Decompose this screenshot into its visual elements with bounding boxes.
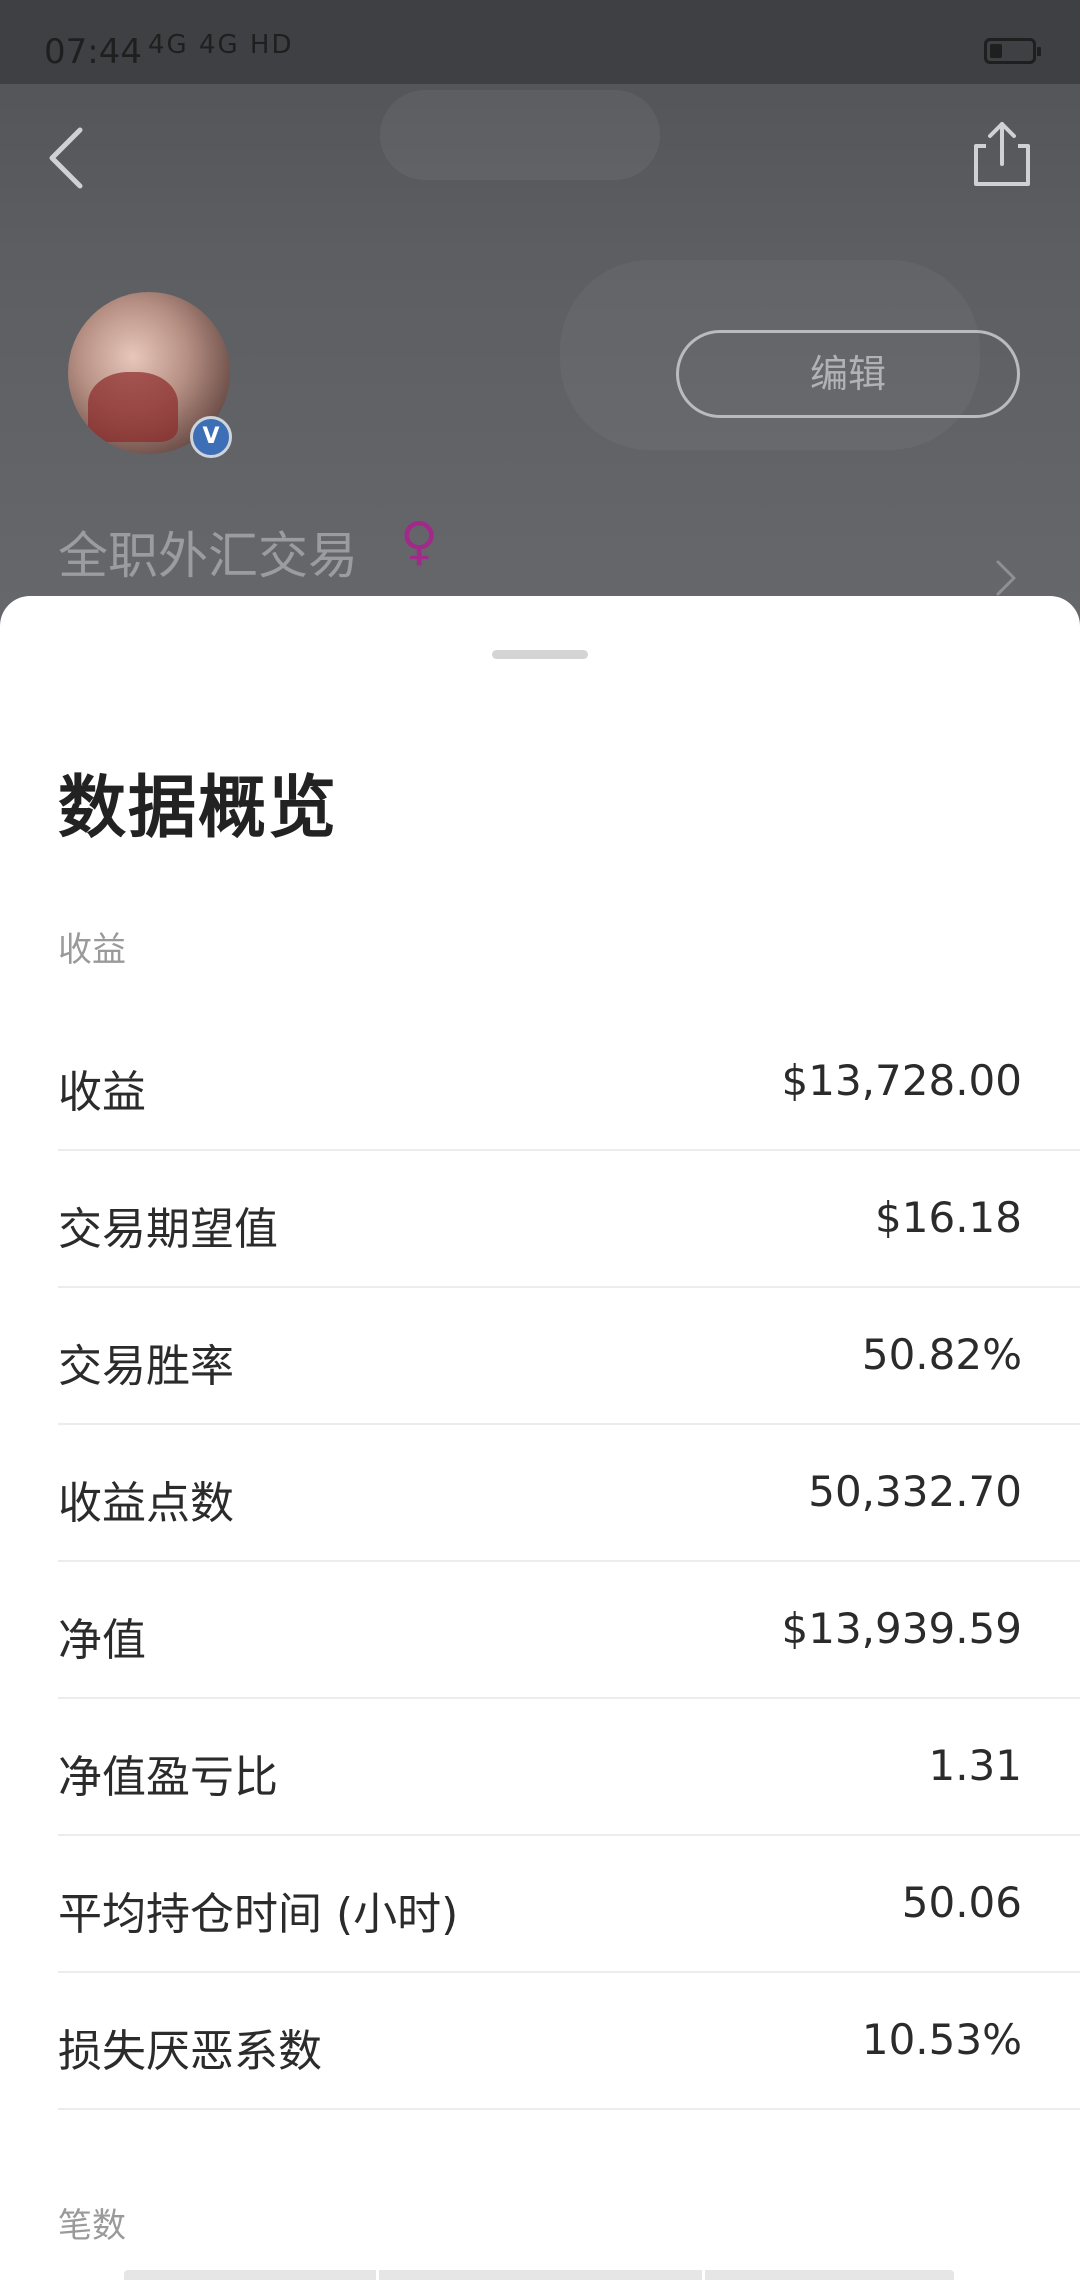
back-arrow-icon	[49, 127, 83, 189]
stat-row-equity: 净值 $13,939.59	[58, 1562, 1080, 1699]
tab-divider	[376, 2270, 379, 2280]
stat-label: 损失厌恶系数	[58, 2026, 322, 2077]
status-time: 07:44	[44, 32, 142, 72]
chevron-right-icon	[990, 556, 1020, 600]
stat-row-income: 收益 $13,728.00	[58, 1014, 1080, 1151]
verified-icon: V	[190, 416, 232, 458]
stat-value: 50.82%	[861, 1330, 1022, 1379]
section-label-count: 笔数	[58, 2206, 126, 2246]
share-button[interactable]	[970, 118, 1034, 190]
signal-icons: 4G 4G HD	[148, 30, 294, 60]
stat-label: 平均持仓时间 (小时)	[58, 1889, 459, 1940]
stat-row-expectancy: 交易期望值 $16.18	[58, 1151, 1080, 1288]
stat-label: 收益点数	[58, 1478, 234, 1529]
stat-value: $16.18	[875, 1193, 1022, 1242]
stat-value: 10.53%	[861, 2015, 1022, 2064]
tab-divider	[702, 2270, 705, 2280]
section-label-income: 收益	[58, 930, 126, 970]
back-button[interactable]	[40, 120, 100, 196]
battery-icon	[984, 38, 1041, 64]
female-icon: ♀	[400, 512, 439, 572]
stat-label: 净值盈亏比	[58, 1752, 278, 1803]
stat-row-profit-loss-ratio: 净值盈亏比 1.31	[58, 1699, 1080, 1836]
stat-row-pips: 收益点数 50,332.70	[58, 1425, 1080, 1562]
background-decoration	[380, 90, 660, 180]
stat-row-win-rate: 交易胜率 50.82%	[58, 1288, 1080, 1425]
edit-profile-button[interactable]: 编辑	[676, 330, 1020, 418]
count-tabs-strip[interactable]	[124, 2270, 954, 2280]
stats-list: 收益 $13,728.00 交易期望值 $16.18 交易胜率 50.82% 收…	[58, 1014, 1080, 2110]
share-icon	[974, 122, 1030, 186]
username: 全职外汇交易	[58, 527, 358, 585]
stat-label: 收益	[58, 1067, 146, 1118]
stat-value: 50.06	[901, 1878, 1022, 1927]
stat-value: 50,332.70	[808, 1467, 1022, 1516]
stat-row-loss-aversion: 损失厌恶系数 10.53%	[58, 1973, 1080, 2110]
stat-value: 1.31	[928, 1741, 1022, 1790]
stat-label: 交易胜率	[58, 1341, 234, 1392]
stat-value: $13,939.59	[781, 1604, 1022, 1653]
sheet-drag-handle[interactable]	[492, 650, 588, 659]
stat-label: 净值	[58, 1615, 146, 1666]
sheet-title: 数据概览	[58, 769, 339, 848]
stat-row-avg-holding-time: 平均持仓时间 (小时) 50.06	[58, 1836, 1080, 1973]
status-bar: 07:44 4G 4G HD	[0, 0, 1080, 84]
stat-value: $13,728.00	[781, 1056, 1022, 1105]
stat-label: 交易期望值	[58, 1204, 278, 1255]
